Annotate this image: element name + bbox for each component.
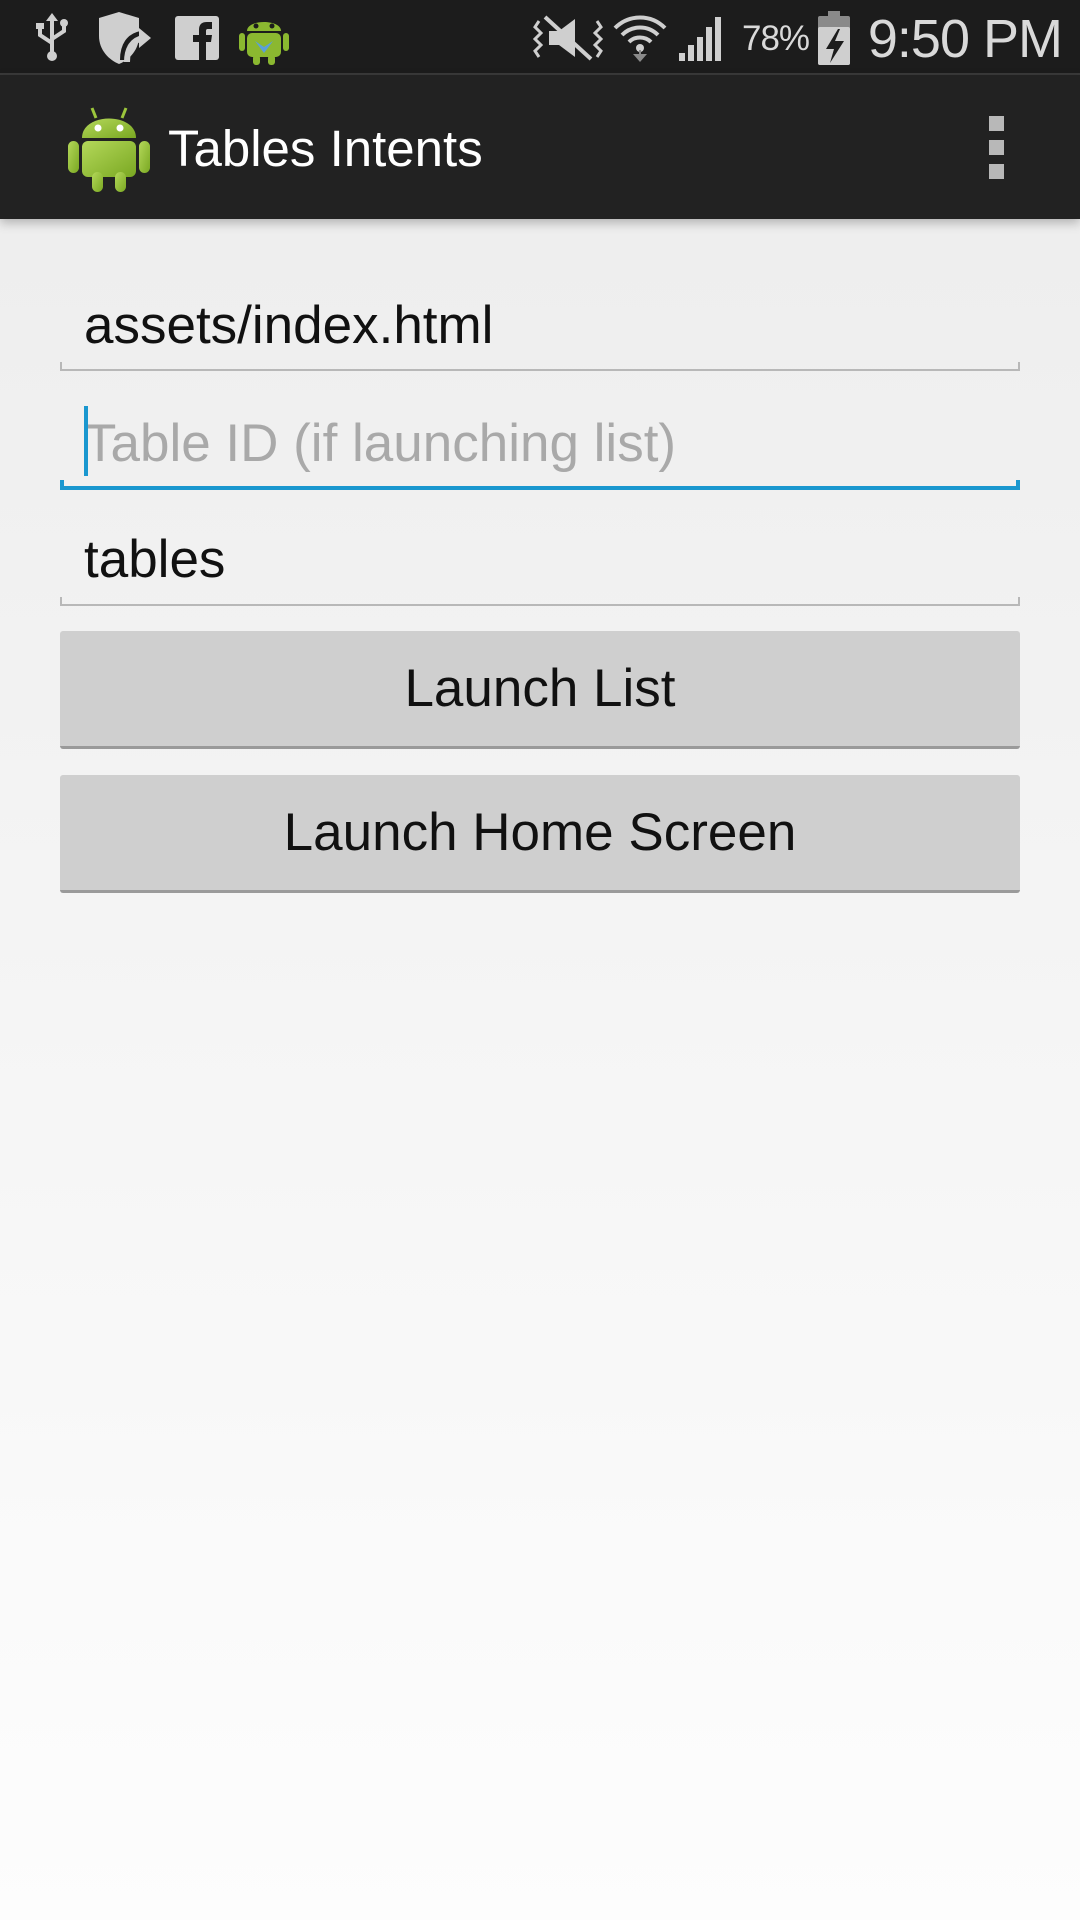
- overflow-dot: [988, 163, 1004, 179]
- launch-home-screen-button[interactable]: Launch Home Screen: [60, 775, 1020, 893]
- overflow-dot: [988, 115, 1004, 131]
- cell-signal-icon: [676, 0, 728, 75]
- overflow-dot: [988, 139, 1004, 155]
- table-id-placeholder: Table ID (if launching list): [84, 414, 677, 473]
- vibrate-mute-icon: [532, 0, 604, 75]
- file-path-underline: [60, 362, 1020, 371]
- app-name-value: tables: [84, 530, 226, 589]
- app-title: Tables Intents: [168, 120, 483, 177]
- launch-list-button[interactable]: Launch List: [60, 631, 1020, 749]
- battery-charging-icon: [816, 0, 852, 75]
- text-caret: [84, 406, 88, 476]
- facebook-icon: [174, 0, 220, 75]
- action-bar: Tables Intents: [0, 75, 1080, 219]
- app-name-field[interactable]: tables: [60, 524, 1020, 606]
- clock: 9:50 PM: [867, 9, 1063, 69]
- usb-icon: [32, 0, 72, 75]
- wifi-icon: [610, 0, 670, 75]
- app-name-underline: [60, 597, 1020, 606]
- android-bot-icon: [238, 0, 290, 75]
- android-icon[interactable]: [66, 100, 152, 194]
- file-path-value: assets/index.html: [84, 296, 494, 355]
- overflow-menu-icon[interactable]: [960, 75, 1032, 219]
- file-path-field[interactable]: assets/index.html: [60, 290, 1020, 372]
- battery-percentage: 78%: [742, 19, 810, 58]
- table-id-field[interactable]: Table ID (if launching list): [60, 398, 1020, 490]
- shield-sync-icon: [94, 0, 154, 75]
- status-bar: 78% 9:50 PM: [0, 0, 1080, 75]
- table-id-underline: [60, 480, 1020, 490]
